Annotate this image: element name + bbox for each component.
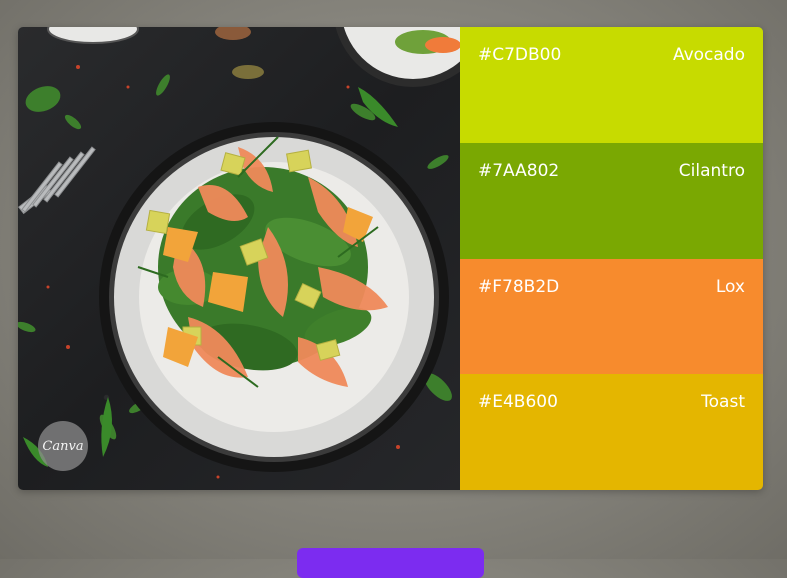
- food-photo: Canva: [18, 27, 460, 490]
- swatch-name: Toast: [701, 392, 745, 413]
- palette-card: Canva #C7DB00 Avocado #7AA802 Cilantro #…: [18, 27, 763, 490]
- swatch-cilantro[interactable]: #7AA802 Cilantro: [460, 142, 763, 259]
- swatch-hex: #7AA802: [478, 160, 560, 181]
- swatch-name: Lox: [715, 276, 745, 297]
- color-palette: #C7DB00 Avocado #7AA802 Cilantro #F78B2D…: [460, 27, 763, 490]
- swatch-name: Avocado: [672, 45, 745, 65]
- swatch-avocado[interactable]: #C7DB00 Avocado: [460, 27, 763, 143]
- swatch-hex: #C7DB00: [478, 45, 562, 65]
- swatch-toast[interactable]: #E4B600 Toast: [460, 374, 763, 490]
- swatch-name: Cilantro: [678, 160, 745, 181]
- swatch-hex: #F78B2D: [478, 276, 560, 297]
- primary-action-button[interactable]: [297, 548, 484, 578]
- canva-logo: Canva: [38, 421, 88, 471]
- salad-plate-illustration: [18, 27, 460, 479]
- swatch-lox[interactable]: #F78B2D Lox: [460, 258, 763, 375]
- swatch-hex: #E4B600: [478, 392, 558, 413]
